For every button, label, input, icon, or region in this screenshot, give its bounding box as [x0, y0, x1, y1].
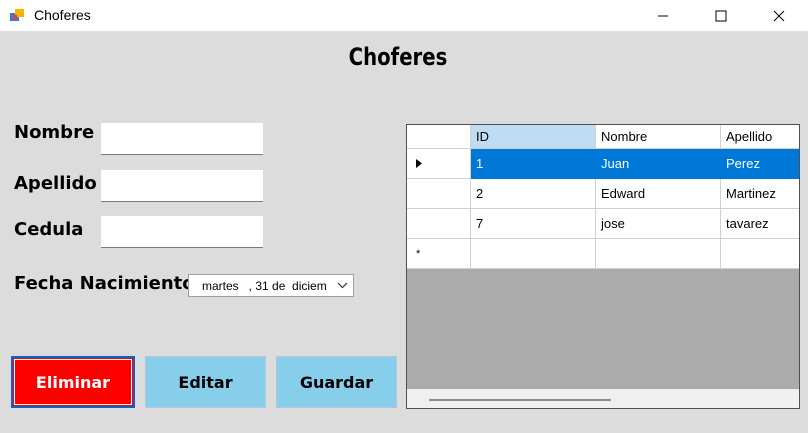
current-row-arrow-icon: [416, 159, 422, 168]
cell-apellido[interactable]: Perez: [721, 149, 799, 179]
new-row[interactable]: *: [407, 239, 799, 269]
cedula-label: Cedula: [14, 219, 84, 240]
fecha-nacimiento-label: Fecha Nacimiento: [14, 273, 195, 294]
minimize-button[interactable]: [640, 0, 686, 31]
guardar-button[interactable]: Guardar: [276, 356, 397, 408]
title-bar: Choferes: [0, 0, 808, 31]
close-button[interactable]: [756, 0, 802, 31]
row-header-corner: [407, 125, 471, 149]
app-icon: [10, 9, 24, 21]
nombre-label: Nombre: [14, 122, 95, 143]
choferes-data-grid[interactable]: ID Nombre Apellido 1 Juan Perez 2 Edward…: [406, 124, 800, 409]
apellido-input[interactable]: [101, 170, 263, 202]
cedula-input[interactable]: [101, 216, 263, 248]
column-header-nombre[interactable]: Nombre: [596, 125, 721, 149]
date-value: martes , 31 de diciem: [202, 278, 327, 293]
cell-nombre[interactable]: Juan: [596, 149, 721, 179]
nombre-input[interactable]: [101, 123, 263, 155]
cell-id[interactable]: 2: [471, 179, 596, 209]
scrollbar-thumb[interactable]: [429, 399, 611, 401]
chevron-down-icon[interactable]: [337, 280, 348, 291]
maximize-icon: [715, 10, 727, 21]
eliminar-button[interactable]: Eliminar: [11, 356, 135, 408]
column-header-id[interactable]: ID: [471, 125, 596, 149]
maximize-button[interactable]: [698, 0, 744, 31]
form-heading: Choferes: [348, 43, 448, 71]
row-header[interactable]: [407, 209, 471, 239]
new-row-marker: *: [407, 239, 471, 269]
minimize-icon: [658, 15, 668, 16]
apellido-label: Apellido: [14, 173, 97, 194]
horizontal-scrollbar[interactable]: [407, 389, 799, 408]
fecha-nacimiento-datepicker[interactable]: martes , 31 de diciem: [188, 274, 354, 297]
form-client-area: Choferes Nombre Apellido Cedula Fecha Na…: [0, 31, 808, 433]
cell-id[interactable]: [471, 239, 596, 269]
cell-nombre[interactable]: [596, 239, 721, 269]
table-row[interactable]: 1 Juan Perez: [407, 149, 799, 179]
cell-nombre[interactable]: jose: [596, 209, 721, 239]
window-title: Choferes: [34, 7, 91, 23]
column-header-apellido[interactable]: Apellido: [721, 125, 799, 149]
cell-apellido[interactable]: tavarez: [721, 209, 799, 239]
cell-id[interactable]: 7: [471, 209, 596, 239]
cell-apellido[interactable]: Martinez: [721, 179, 799, 209]
editar-button[interactable]: Editar: [145, 356, 266, 408]
table-row[interactable]: 7 jose tavarez: [407, 209, 799, 239]
row-header[interactable]: [407, 149, 471, 179]
cell-id[interactable]: 1: [471, 149, 596, 179]
table-row[interactable]: 2 Edward Martinez: [407, 179, 799, 209]
close-icon: [773, 10, 785, 21]
row-header[interactable]: [407, 179, 471, 209]
cell-apellido[interactable]: [721, 239, 799, 269]
cell-nombre[interactable]: Edward: [596, 179, 721, 209]
